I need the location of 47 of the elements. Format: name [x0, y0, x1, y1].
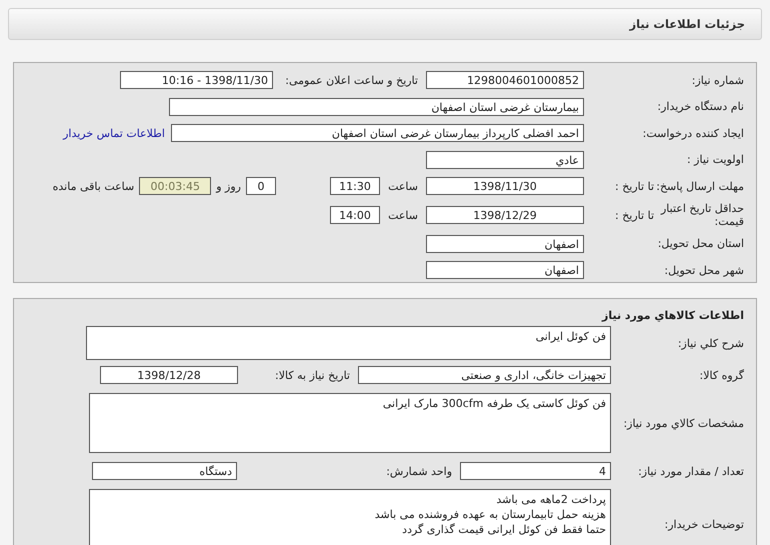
contact-link[interactable]: اطلاعات تماس خریدار: [63, 126, 165, 140]
note-line: پرداخت 2ماهه می باشد: [495, 493, 606, 508]
field-label: مهلت ارسال پاسخ:: [655, 180, 745, 193]
value-field: 1398/12/29: [426, 206, 584, 224]
value-field: 11:30: [330, 177, 380, 196]
field-label: روز و: [214, 180, 242, 193]
field-label: تا تاریخ :: [614, 180, 654, 193]
value-field: 1298004601000852: [426, 71, 584, 90]
value-field: 1398/11/30 - 10:16: [120, 71, 273, 90]
text-area: فن کوئل ایرانی: [86, 326, 611, 360]
field-label: استان محل تحویل:: [656, 237, 745, 250]
page-title: جزئیات اطلاعات نیاز: [629, 17, 745, 31]
section-title: اطلاعات كالاهاي مورد نياز: [600, 308, 745, 324]
value-field: اصفهان: [426, 261, 584, 280]
field-label: حداقل تاریخ اعتبار قیمت:: [660, 202, 745, 228]
field-label: نام دستگاه خریدار:: [656, 100, 745, 114]
value-field: دستگاه: [92, 462, 237, 480]
value-field: تجهیزات خانگی، اداری و صنعتی: [358, 366, 611, 384]
value-field: 1398/12/28: [100, 366, 238, 384]
note-line: هزینه حمل تابیمارستان به عهده فروشنده می باشد: [374, 508, 606, 523]
field-label: توضیحات خریدار:: [664, 518, 745, 530]
value-field: بیمارستان غرضی استان اصفهان: [169, 98, 584, 116]
remaining-time-field: 00:03:45: [139, 177, 212, 196]
field-label: گروه کالا:: [698, 368, 745, 382]
field-label: ایجاد کننده درخواست:: [642, 126, 745, 140]
field-label: ساعت: [387, 180, 419, 193]
field-label: اولویت نیاز :: [686, 153, 745, 166]
field-label: تاریخ و ساعت اعلان عمومی:: [284, 74, 419, 87]
field-label: شرح كلي نياز:: [676, 336, 745, 350]
note-line: حتما فقط فن کوئل ایرانی قیمت گذاری گردد: [401, 522, 606, 538]
field-label: تاریخ نیاز به کالا:: [274, 368, 351, 382]
value-field: 14:00: [330, 206, 380, 224]
value-field: احمد افضلی کارپرداز بیمارستان غرضی استان اصفهان: [171, 124, 584, 142]
field-label: مشخصات كالاي مورد نياز:: [622, 416, 745, 430]
field-label: ساعت باقی مانده: [52, 180, 136, 193]
value-field: عادي: [426, 150, 584, 169]
field-label: شماره نیاز:: [690, 74, 745, 87]
value-field: 4: [460, 462, 611, 480]
value-field: 0: [246, 177, 276, 196]
field-label: واحد شمارش:: [385, 464, 453, 478]
field-label: شهر محل تحویل:: [663, 264, 745, 277]
value-field: 1398/11/30: [426, 177, 584, 196]
text-area: فن کوئل کاستی یک طرفه 300cfm مارک ایرانی: [89, 393, 611, 453]
value-field: اصفهان: [426, 234, 584, 253]
field-label: تا تاریخ :: [614, 208, 654, 222]
field-label: تعداد / مقدار مورد نیاز:: [637, 464, 745, 478]
field-label: ساعت: [387, 208, 419, 222]
